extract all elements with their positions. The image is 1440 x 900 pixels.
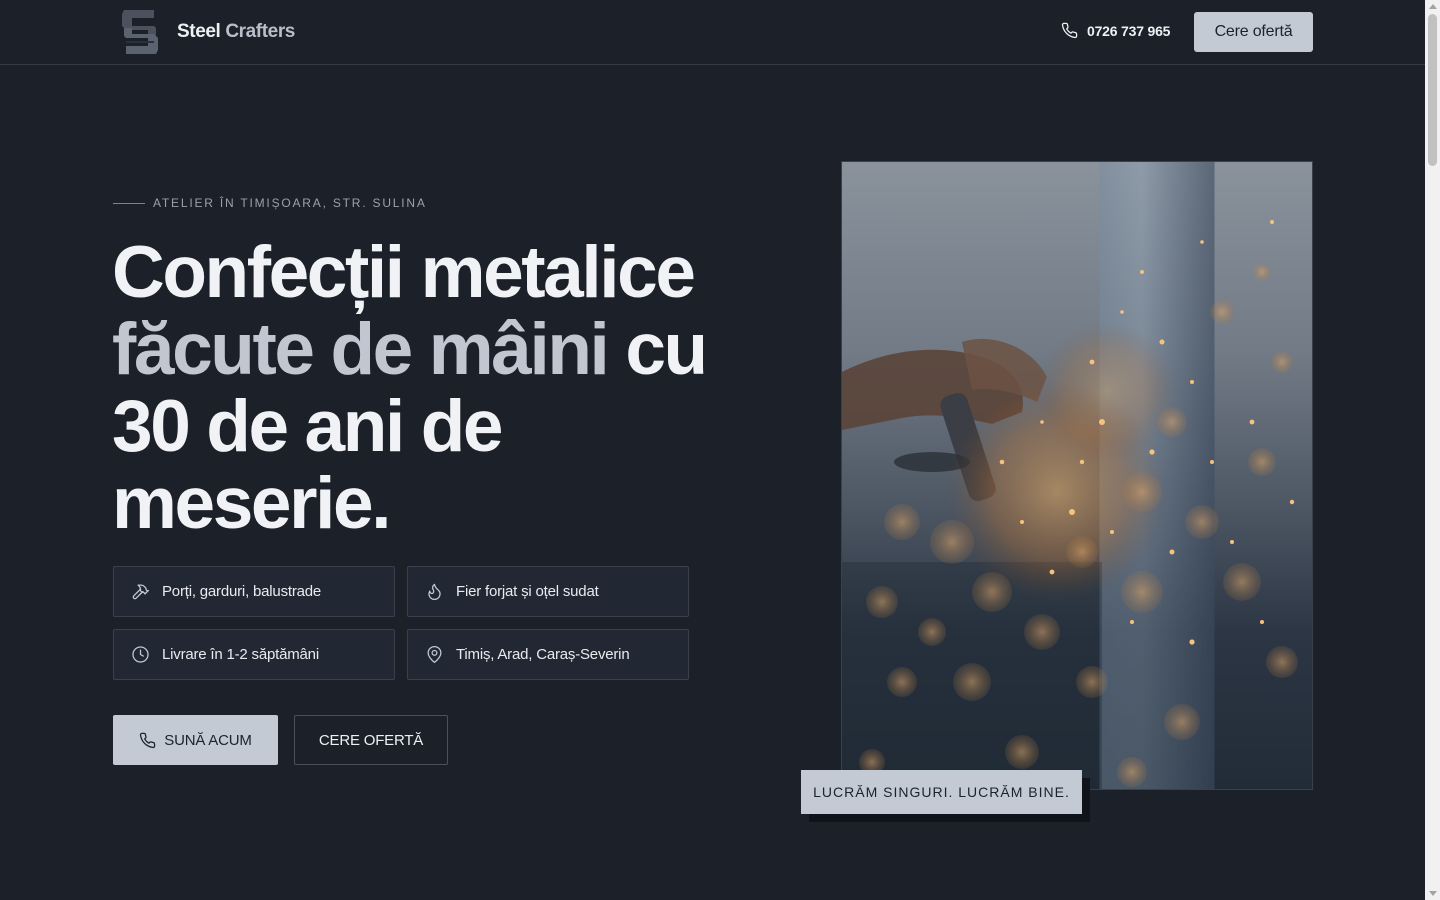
brand-name: Steel Crafters — [177, 21, 295, 43]
brand-logo[interactable]: Steel Crafters — [118, 6, 295, 58]
hero-title: Confecții metalice făcute de mâini cu 30… — [112, 234, 772, 542]
eyebrow-line — [113, 202, 145, 204]
clock-icon — [132, 646, 149, 663]
map-pin-icon — [427, 645, 442, 664]
feature-label: Fier forjat și oțel sudat — [456, 583, 599, 600]
scroll-up-arrow-icon[interactable] — [1428, 4, 1437, 9]
phone-icon — [140, 732, 156, 748]
page-scrollbar[interactable] — [1425, 0, 1440, 900]
site-header: Steel Crafters 0726 737 965 Cere ofertă — [0, 0, 1425, 65]
feature-label: Livrare în 1-2 săptămâni — [162, 646, 319, 663]
brand-name-part1: Steel — [177, 21, 221, 42]
hero-title-line4: meserie. — [112, 463, 391, 544]
scroll-down-arrow-icon[interactable] — [1428, 891, 1437, 896]
hero-eyebrow: ATELIER ÎN TIMIȘOARA, STR. SULINA — [113, 196, 427, 210]
header-quote-button[interactable]: Cere ofertă — [1194, 12, 1313, 52]
phone-icon — [1061, 22, 1078, 39]
feature-label: Porți, garduri, balustrade — [162, 583, 322, 600]
header-phone-number: 0726 737 965 — [1087, 22, 1171, 39]
flame-icon — [428, 583, 441, 600]
call-now-button[interactable]: SUNĂ ACUM — [113, 715, 278, 765]
hero-title-line1: Confecții metalice — [112, 232, 696, 313]
hero-title-line2-muted: făcute de mâini — [112, 309, 610, 390]
feature-card-regions: Timiș, Arad, Caraș-Severin — [407, 629, 689, 680]
call-now-label: SUNĂ ACUM — [164, 731, 252, 749]
hero-title-line2-rest: cu — [607, 309, 708, 390]
brand-name-part2: Crafters — [225, 21, 295, 42]
request-quote-button[interactable]: CERE OFERTĂ — [294, 715, 448, 765]
welding-sparks-photo — [841, 161, 1313, 790]
header-phone-link[interactable]: 0726 737 965 — [1061, 22, 1170, 39]
feature-card-wrought-iron: Fier forjat și oțel sudat — [407, 566, 689, 617]
hero-title-line3: 30 de ani de — [112, 386, 504, 467]
page: Steel Crafters 0726 737 965 Cere ofertă … — [0, 0, 1425, 900]
feature-label: Timiș, Arad, Caraș-Severin — [456, 646, 630, 663]
feature-card-delivery: Livrare în 1-2 săptămâni — [113, 629, 395, 680]
sparks-illustration — [842, 220, 1298, 789]
hammer-icon — [132, 584, 150, 600]
eyebrow-text: ATELIER ÎN TIMIȘOARA, STR. SULINA — [153, 196, 427, 210]
feature-card-gates: Porți, garduri, balustrade — [113, 566, 395, 617]
scroll-thumb[interactable] — [1428, 14, 1437, 166]
sc-monogram-logo-icon — [122, 10, 158, 54]
motto-badge: LUCRĂM SINGURI. LUCRĂM BINE. — [801, 770, 1082, 814]
